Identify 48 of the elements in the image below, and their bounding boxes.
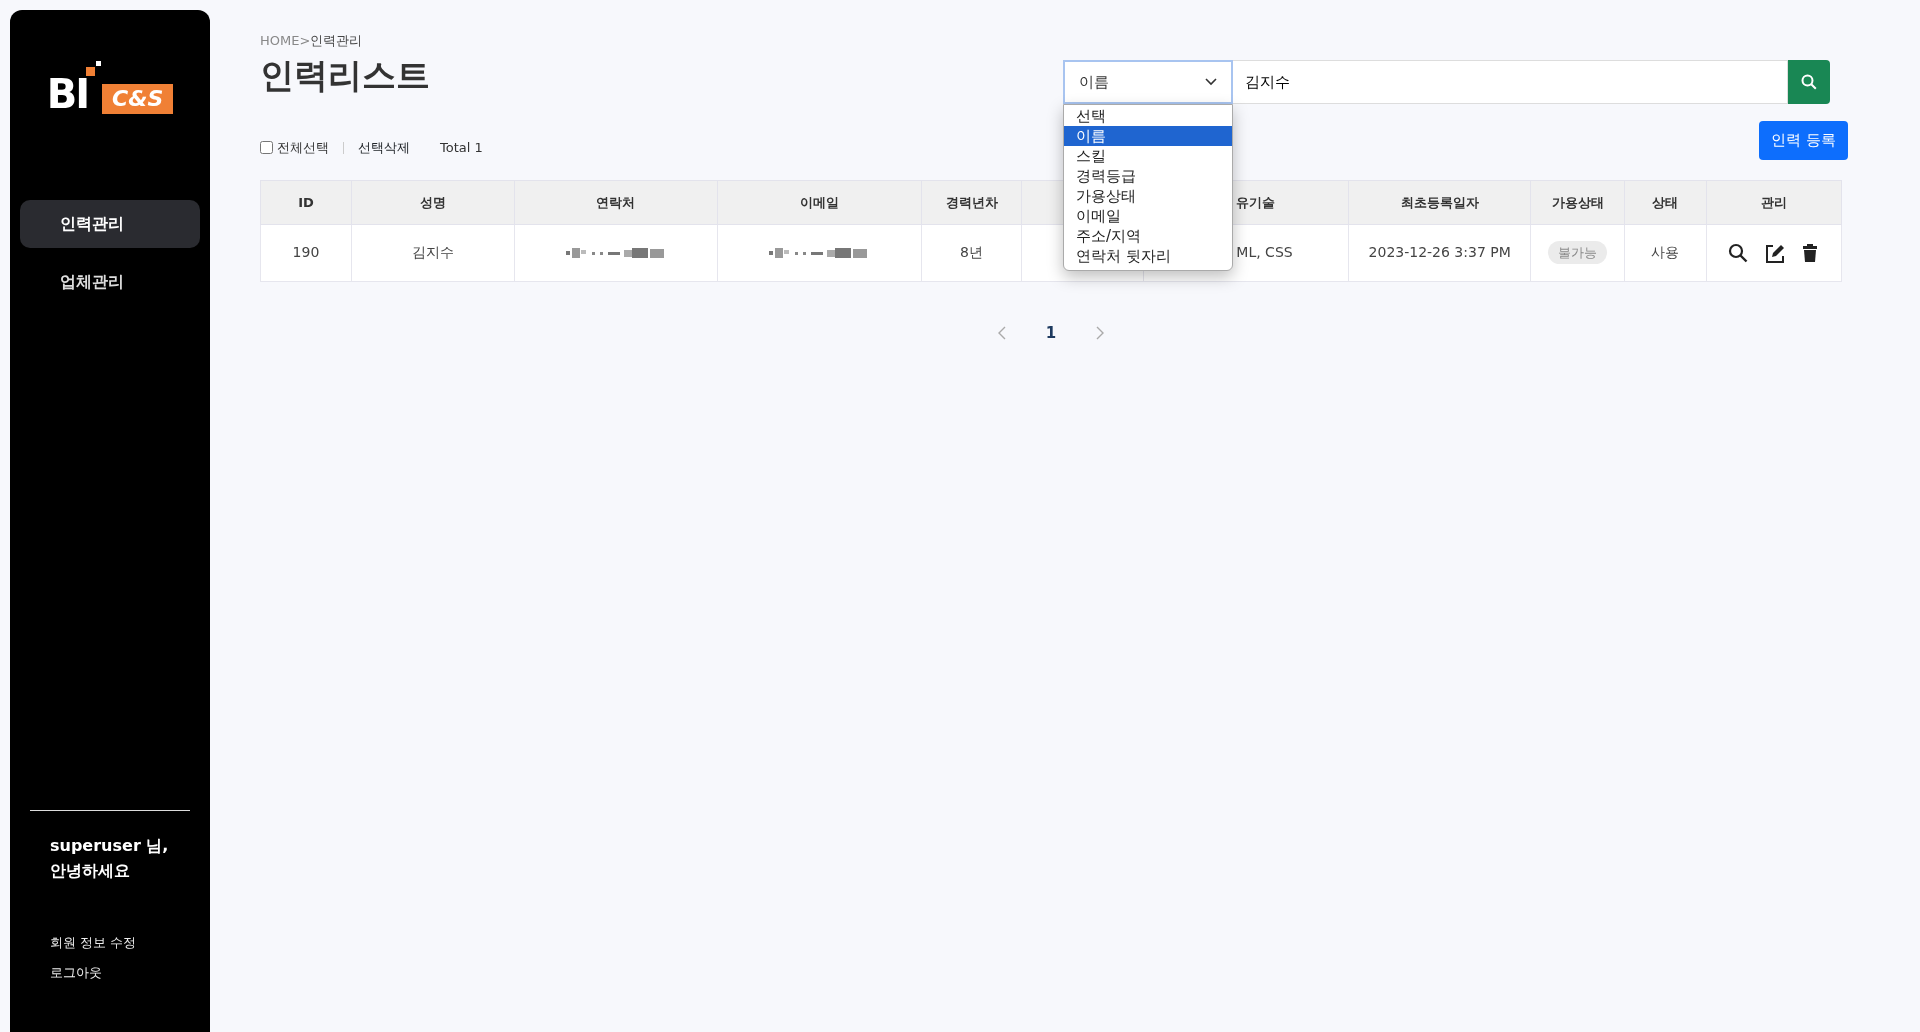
edit-icon[interactable] [1763, 242, 1784, 263]
sidebar-link[interactable]: 회원 정보 수정 [10, 933, 210, 953]
page-number[interactable]: 1 [1045, 321, 1057, 345]
search-input[interactable]: 김지수 [1233, 60, 1788, 104]
table-cell: 8년 [960, 244, 983, 261]
select-all-label: 전체선택 [277, 139, 329, 158]
sidebar-item[interactable]: 인력관리 [20, 200, 200, 248]
column-header: 연락처 [596, 194, 636, 210]
search-button[interactable] [1788, 60, 1830, 104]
search-field-select[interactable]: 이름 [1063, 60, 1233, 104]
chevron-down-icon [1205, 78, 1217, 86]
dropdown-option[interactable]: 이름 [1064, 126, 1232, 146]
dropdown-option[interactable]: 주소/지역 [1064, 226, 1232, 246]
dropdown-option[interactable]: 연락처 뒷자리 [1064, 246, 1232, 266]
column-header: ID [298, 194, 314, 210]
register-button[interactable]: 인력 등록 [1759, 121, 1848, 160]
dropdown-option[interactable]: 경력등급 [1064, 166, 1232, 186]
table-cell: 사용 [1651, 244, 1680, 261]
column-header: 관리 [1760, 194, 1787, 210]
select-all-checkbox[interactable] [260, 141, 273, 155]
logo-text: BI [46, 74, 89, 119]
column-header: 가용상태 [1551, 194, 1604, 210]
logo-tag-text: C&S [102, 84, 174, 114]
column-header: 상태 [1652, 194, 1679, 210]
page-title: 인력리스트 [260, 55, 430, 96]
breadcrumb-current: 인력관리 [310, 33, 363, 48]
dropdown-option[interactable]: 이메일 [1064, 206, 1232, 226]
dropdown-option[interactable]: 가용상태 [1064, 186, 1232, 206]
sidebar-item[interactable]: 업체관리 [20, 258, 200, 306]
search-icon[interactable] [1727, 242, 1748, 263]
column-header: 최초등록일자 [1400, 194, 1479, 210]
dropdown-option[interactable]: 선택 [1064, 106, 1232, 126]
column-header: 경력년차 [945, 194, 998, 210]
search-icon [1801, 74, 1817, 90]
sidebar-link[interactable]: 로그아웃 [10, 962, 210, 982]
dropdown-option[interactable]: 스킬 [1064, 146, 1232, 166]
column-header: 이메일 [799, 194, 839, 210]
greeting-text: superuser 님, 안녕하세요 [49, 835, 170, 882]
table-cell: 2023-12-26 3:37 PM [1368, 244, 1511, 261]
table-cell: 190 [292, 244, 320, 261]
column-header: 유기술 [1236, 194, 1276, 210]
column-header: 성명 [419, 194, 446, 210]
table-cell: ML, CSS [1236, 244, 1293, 261]
availability-badge: 불가능 [1548, 241, 1608, 265]
table-cell: 김지수 [411, 244, 454, 261]
delete-selected-link[interactable]: 선택삭제 [358, 138, 410, 158]
logo-squares-icon [86, 60, 103, 76]
total-count: Total 1 [440, 139, 483, 158]
